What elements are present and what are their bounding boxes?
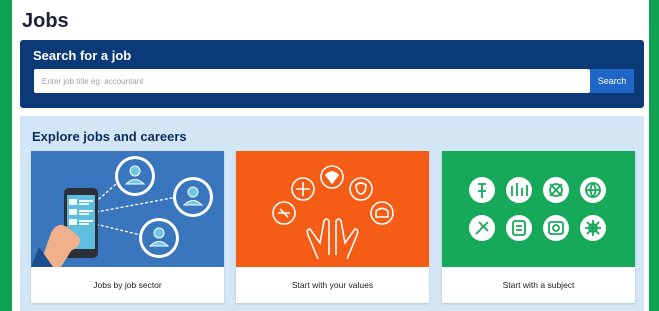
subject-icons-grid [442,151,635,267]
phone-people-network-icon [31,151,224,267]
card-label: Start with your values [291,280,374,290]
card-jobs-by-sector[interactable]: Jobs by job sector [31,151,224,303]
explore-heading: Explore jobs and careers [32,129,187,144]
explore-section: Explore jobs and careers Jobs by job sec… [20,116,644,311]
card-label: Start with a subject [502,280,575,290]
search-heading: Search for a job [33,48,132,63]
card-label: Jobs by job sector [93,280,162,290]
search-panel: Search for a job Search [20,40,644,108]
hands-values-icon [236,151,429,267]
search-input[interactable] [34,69,590,93]
search-button[interactable]: Search [590,69,634,93]
card-start-with-subject[interactable]: Start with a subject [442,151,635,303]
card-start-with-values[interactable]: Start with your values [236,151,429,303]
page-title: Jobs [22,10,69,32]
